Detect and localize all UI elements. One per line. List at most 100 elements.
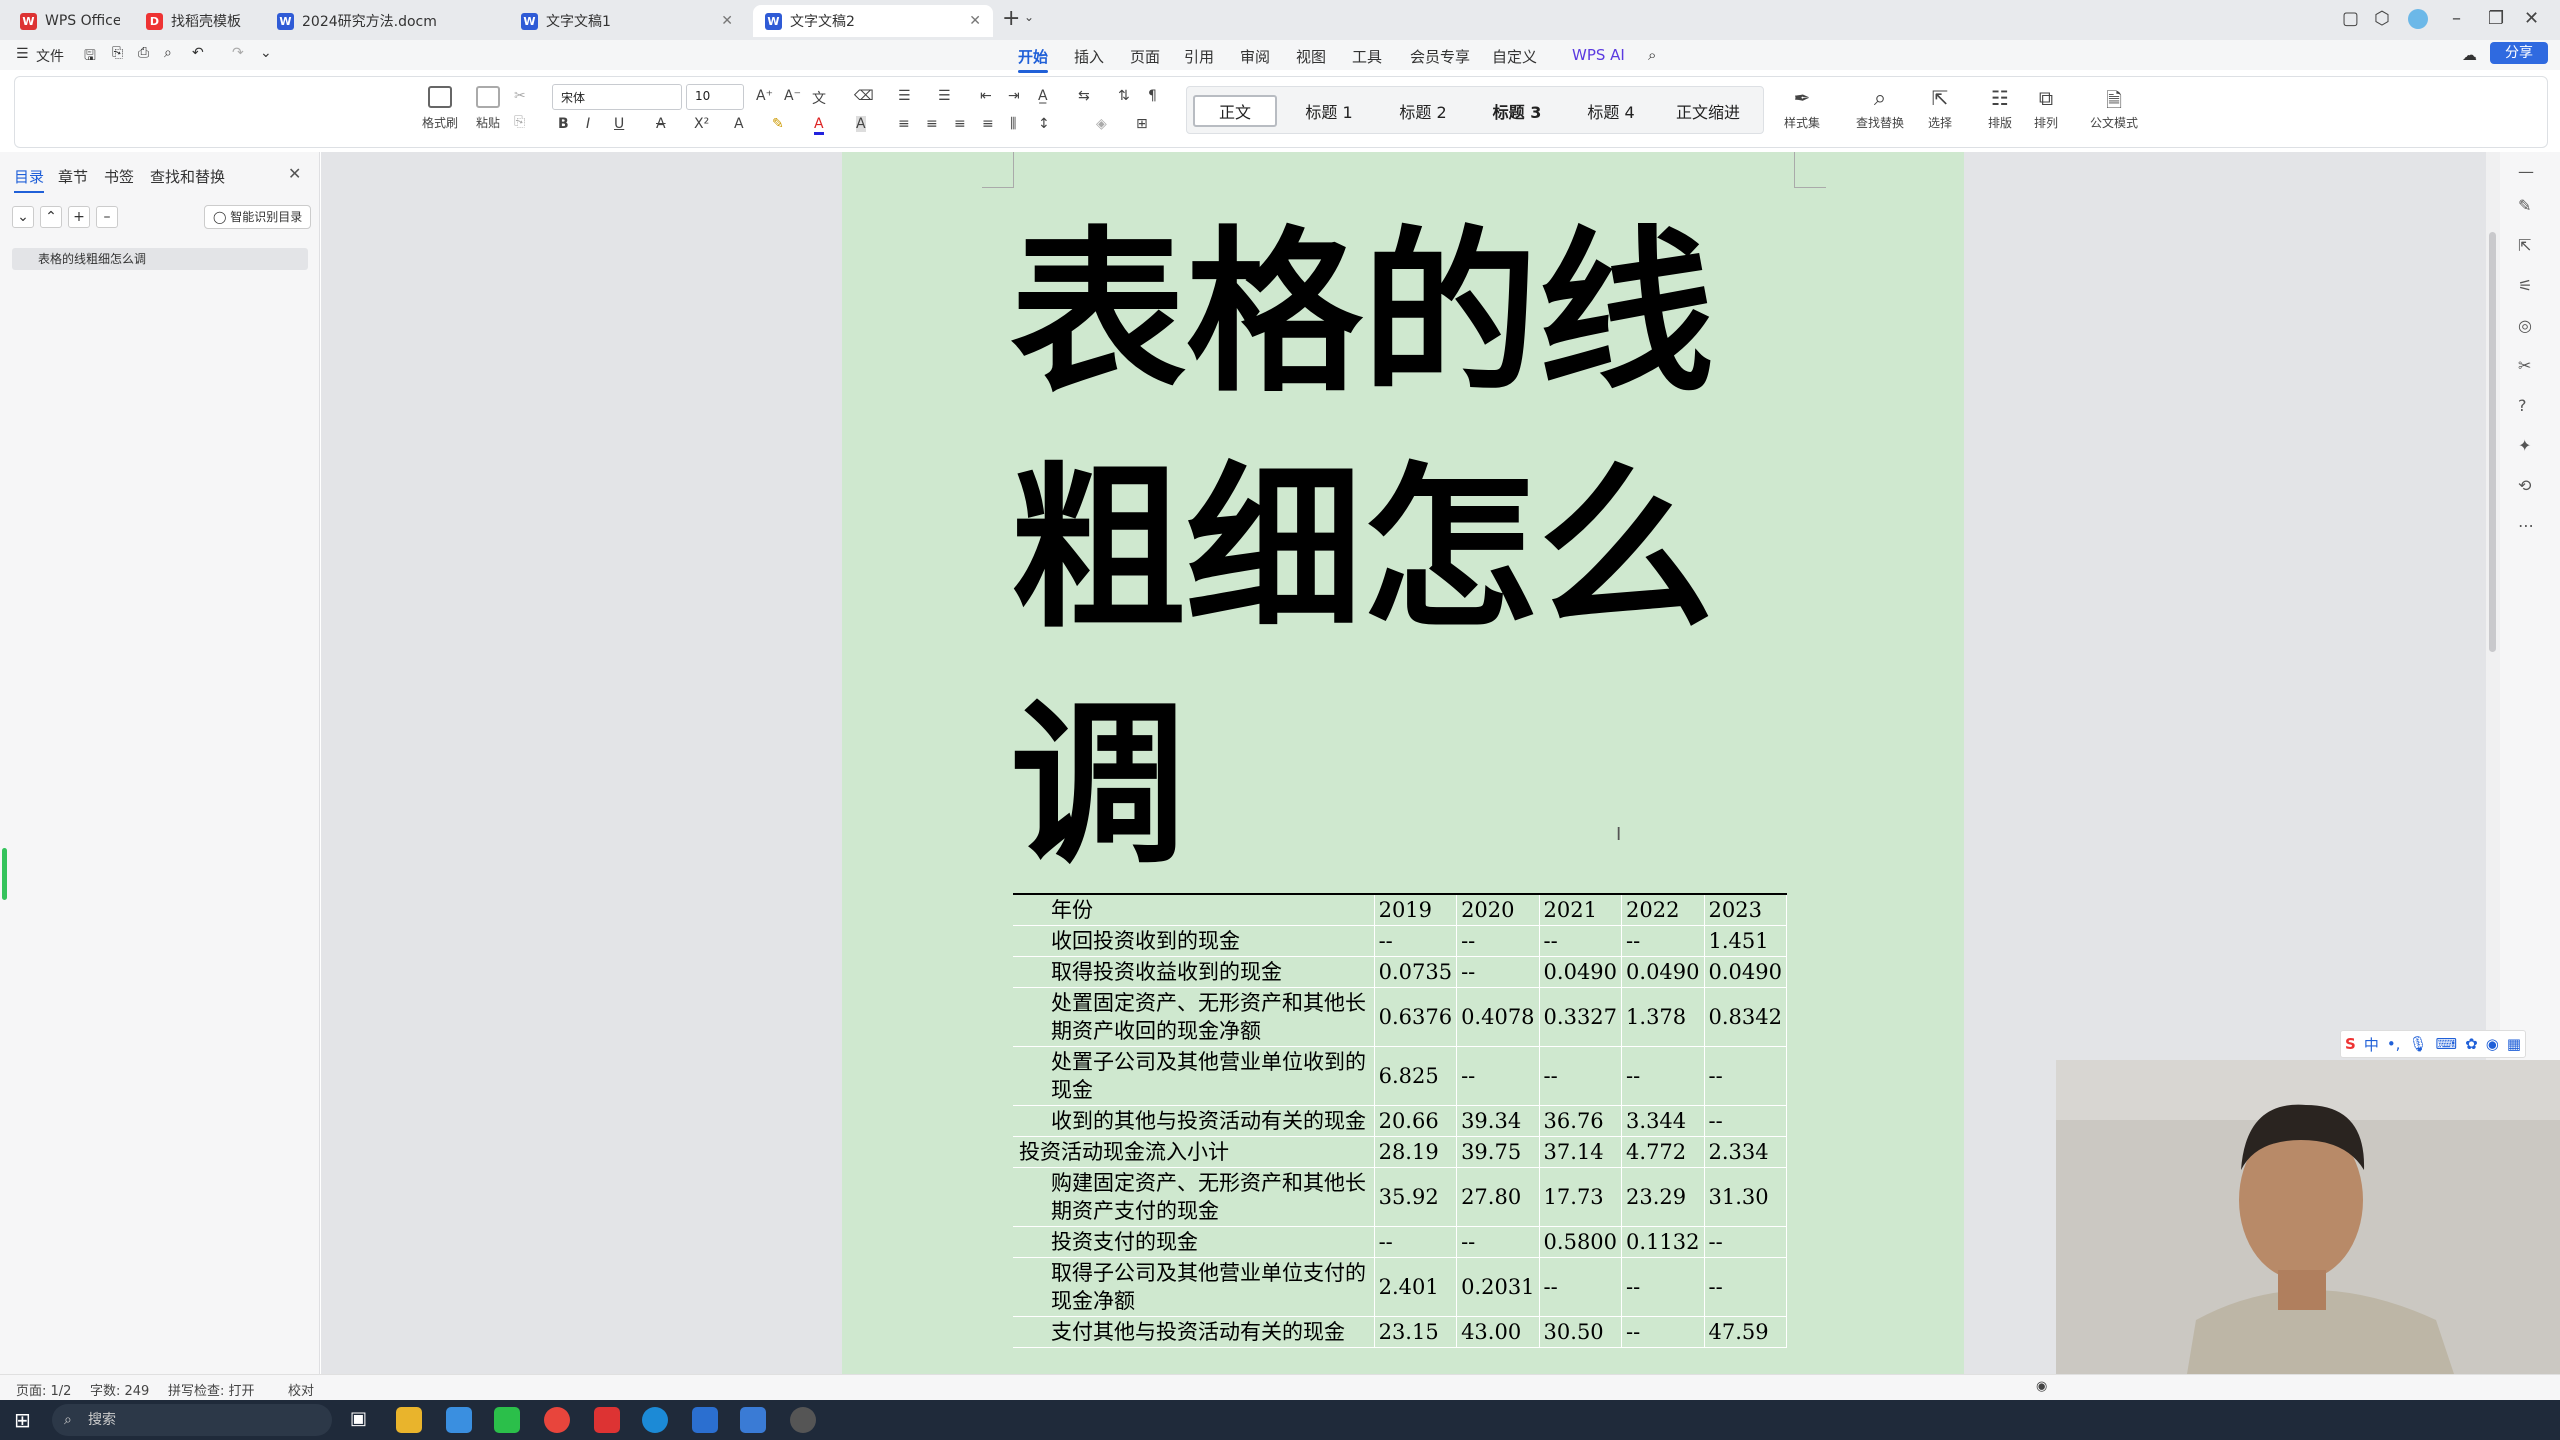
shading-icon[interactable]: ◈ — [1096, 116, 1107, 132]
tab-sections[interactable]: 章节 — [58, 166, 88, 187]
eye-icon[interactable]: ◉ — [2036, 1379, 2047, 1394]
share-icon[interactable]: ⟲ — [2518, 476, 2531, 495]
tab-find-replace[interactable]: 查找和替换 — [150, 166, 225, 187]
search-app-icon[interactable] — [446, 1407, 472, 1433]
settings-sliders-icon[interactable]: ⚟ — [2518, 276, 2532, 295]
underline-icon[interactable]: U — [614, 116, 624, 132]
style-heading-4[interactable]: 标题 4 — [1569, 95, 1653, 127]
font-size-select[interactable]: 10 — [686, 84, 744, 110]
tab-doc2[interactable]: W 文字文稿2 ✕ — [753, 5, 993, 37]
share-button[interactable]: 分享 — [2490, 42, 2548, 64]
line-spacing-icon[interactable]: ↕ — [1038, 116, 1050, 132]
outdent-icon[interactable]: ⇤ — [980, 88, 992, 104]
superscript-icon[interactable]: X² — [694, 116, 709, 132]
print-preview-icon[interactable]: ⌕ — [164, 45, 172, 61]
sort-icon[interactable]: ⇅ — [1118, 88, 1130, 104]
punctuation-icon[interactable]: •, — [2387, 1035, 2401, 1053]
tab-template[interactable]: D 找稻壳模板 — [134, 5, 254, 37]
bullet-list-icon[interactable]: ☰ — [898, 88, 911, 104]
bold-icon[interactable]: B — [558, 116, 569, 132]
wps-ai-button[interactable]: WPS AI — [1572, 46, 1625, 64]
arrange-button[interactable]: ⧉ 排列 — [2026, 86, 2066, 131]
text-direction-icon[interactable]: A̲ — [1038, 88, 1048, 104]
taskbar-search[interactable]: ⌕ 搜索 — [52, 1404, 332, 1436]
tab-doc1[interactable]: W 文字文稿1 ✕ — [509, 5, 745, 37]
tools-icon[interactable]: ✂ — [2518, 356, 2531, 375]
smart-toc-button[interactable]: ◯ 智能识别目录 — [204, 205, 312, 229]
paste-button[interactable]: 粘贴 — [468, 86, 508, 131]
font-grow-icon[interactable]: A⁺ — [756, 88, 773, 104]
menu-reference[interactable]: 引用 — [1184, 46, 1214, 67]
ime-toolbar[interactable]: S 中 •, 🎙 ⌨ ✿ ◉ ▦ — [2340, 1030, 2527, 1058]
justify-icon[interactable]: ≡ — [982, 116, 994, 132]
text-effect-icon[interactable]: A — [734, 116, 744, 132]
app-camera-icon[interactable] — [790, 1407, 816, 1433]
select-button[interactable]: ⇱ 选择 — [1918, 86, 1962, 131]
find-replace-button[interactable]: ⌕ 查找替换 — [1850, 86, 1910, 131]
cloud-icon[interactable]: ☁ — [2462, 46, 2477, 64]
indent-icon[interactable]: ⇥ — [1008, 88, 1020, 104]
clear-format-icon[interactable]: ⌫ — [854, 88, 874, 104]
close-icon[interactable]: ✕ — [721, 13, 733, 29]
chevron-down-icon[interactable]: ⌄ — [260, 45, 272, 61]
italic-icon[interactable]: I — [586, 116, 590, 132]
align-right-icon[interactable]: ≡ — [954, 116, 966, 132]
style-body-indent[interactable]: 正文缩进 — [1663, 95, 1753, 127]
style-heading-1[interactable]: 标题 1 — [1287, 95, 1371, 127]
review-icon[interactable]: ◎ — [2518, 316, 2532, 335]
word-count[interactable]: 字数: 249 — [90, 1380, 149, 1399]
wechat-icon[interactable] — [494, 1407, 520, 1433]
hamburger-icon[interactable]: ☰ — [16, 46, 29, 62]
add-icon[interactable]: + — [68, 206, 90, 228]
close-icon[interactable]: ✕ — [969, 13, 981, 29]
cube-icon[interactable]: ⬡ — [2374, 8, 2390, 29]
style-set-button[interactable]: ✒ 样式集 — [1776, 86, 1828, 131]
save-icon[interactable]: 🖫 — [84, 45, 96, 69]
more-icon[interactable]: ⋯ — [2518, 516, 2534, 535]
toc-item[interactable]: 表格的线粗细怎么调 — [12, 248, 308, 270]
spell-check[interactable]: 拼写检查: 打开 — [168, 1380, 255, 1399]
minimize-panel-icon[interactable]: — — [2518, 162, 2534, 181]
app-k-icon[interactable] — [692, 1407, 718, 1433]
new-tab-button[interactable]: + — [1002, 6, 1020, 31]
menu-member[interactable]: 会员专享 — [1410, 46, 1470, 67]
chevron-down-icon[interactable]: ⌄ — [1024, 10, 1034, 24]
side-handle[interactable] — [2, 848, 7, 900]
style-heading-2[interactable]: 标题 2 — [1381, 95, 1465, 127]
undo-icon[interactable]: ↶ — [192, 45, 204, 61]
tab-bookmarks[interactable]: 书签 — [104, 166, 134, 187]
remove-icon[interactable]: – — [96, 206, 118, 228]
close-icon[interactable]: ✕ — [288, 164, 301, 183]
layout-button[interactable]: ☷ 排版 — [1980, 86, 2020, 131]
document-title[interactable]: 表格的线粗细怎么调 — [1010, 196, 1730, 904]
task-view-icon[interactable]: ▣ — [350, 1408, 367, 1429]
highlight-icon[interactable]: ✎ — [772, 116, 784, 132]
menu-home[interactable]: 开始 — [1018, 46, 1049, 73]
windows-start-icon[interactable]: ⊞ — [14, 1408, 31, 1432]
wps-taskbar-icon[interactable] — [594, 1407, 620, 1433]
align-center-icon[interactable]: ≡ — [926, 116, 938, 132]
edit-icon[interactable]: ✎ — [2518, 196, 2531, 215]
proofread[interactable]: 校对 — [288, 1380, 314, 1399]
number-list-icon[interactable]: ☰ — [938, 88, 951, 104]
keyboard-icon[interactable]: ⌨ — [2436, 1035, 2458, 1053]
grid-icon[interactable]: ▦ — [2507, 1035, 2521, 1053]
search-icon[interactable]: ⌕ — [1648, 46, 1656, 64]
file-menu[interactable]: 文件 — [36, 46, 64, 66]
game-icon[interactable]: ◉ — [2486, 1035, 2499, 1053]
cut-icon[interactable]: ✂ — [514, 88, 526, 104]
print-icon[interactable]: ⎙ — [138, 45, 149, 61]
font-select[interactable]: 宋体 — [552, 84, 682, 110]
chevron-up-icon[interactable]: ⌃ — [40, 206, 62, 228]
ime-lang[interactable]: 中 — [2364, 1034, 2379, 1055]
menu-custom[interactable]: 自定义 — [1492, 46, 1537, 67]
font-color-icon[interactable]: A — [814, 116, 824, 135]
style-normal[interactable]: 正文 — [1193, 95, 1277, 127]
border-icon[interactable]: ⊞ — [1136, 116, 1148, 132]
align-left-icon[interactable]: ≡ — [898, 116, 910, 132]
phonetic-icon[interactable]: 文 — [812, 88, 826, 108]
char-shading-icon[interactable]: A — [856, 116, 866, 132]
menu-review[interactable]: 审阅 — [1240, 46, 1270, 67]
redo-icon[interactable]: ↷ — [232, 45, 244, 61]
maximize-icon[interactable]: ❐ — [2488, 8, 2504, 29]
